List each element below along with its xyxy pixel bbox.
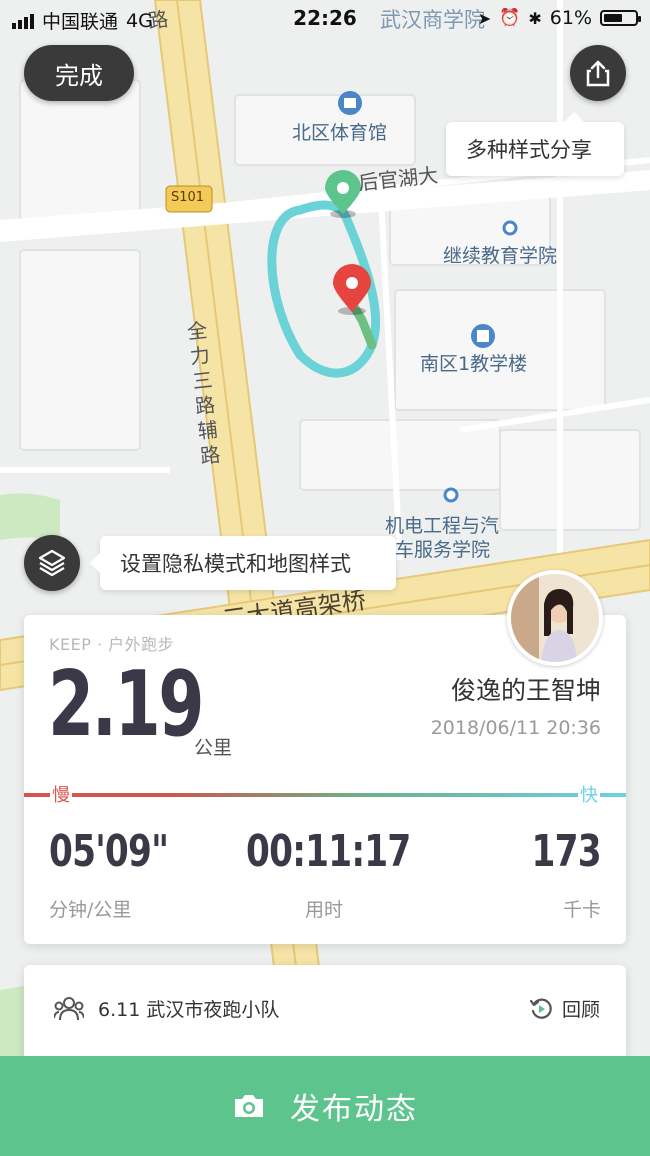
run-summary-card: KEEP · 户外跑步 2.19 公里 俊逸的王智坤 2018/06/11 20… bbox=[24, 615, 626, 944]
pace-label: 分钟/公里 bbox=[49, 899, 132, 921]
share-tooltip: 多种样式分享 bbox=[446, 112, 624, 176]
group-icon bbox=[54, 996, 84, 1020]
bluetooth-icon: ✱ bbox=[528, 8, 542, 28]
battery-percent: 61% bbox=[549, 7, 592, 29]
layers-icon bbox=[38, 549, 66, 577]
team-row[interactable]: 6.11 武汉市夜跑小队 bbox=[54, 995, 279, 1022]
avatar-photo bbox=[511, 574, 599, 662]
map-style-button[interactable] bbox=[24, 535, 80, 591]
done-button[interactable]: 完成 bbox=[24, 45, 134, 101]
edu-poi-dot bbox=[502, 220, 518, 236]
school-poi-icon bbox=[471, 324, 495, 348]
slow-label: 慢 bbox=[50, 781, 72, 807]
gym-poi-icon bbox=[338, 91, 362, 115]
share-icon bbox=[586, 60, 610, 87]
poi-mech-school-line1: 机电工程与汽 bbox=[385, 515, 500, 537]
calories-label: 千卡 bbox=[562, 899, 601, 921]
fast-label: 快 bbox=[578, 781, 600, 807]
share-button[interactable] bbox=[570, 45, 626, 101]
team-name: 6.11 武汉市夜跑小队 bbox=[98, 999, 280, 1021]
poi-mech-school-line2: 车服务学院 bbox=[395, 539, 491, 561]
duration-label: 用时 bbox=[304, 899, 343, 921]
poi-south-building: 南区1教学楼 bbox=[420, 353, 528, 375]
duration-value: 00:11:17 bbox=[246, 826, 411, 877]
alarm-icon: ⏰ bbox=[499, 8, 521, 28]
distance-value: 2.19 bbox=[48, 652, 204, 757]
camera-icon bbox=[235, 1095, 263, 1117]
user-name[interactable]: 俊逸的王智坤 bbox=[451, 671, 601, 707]
review-label: 回顾 bbox=[561, 999, 600, 1021]
calories-value: 173 bbox=[531, 826, 602, 877]
pace-value: 05'09" bbox=[49, 826, 169, 877]
poi-continuing-edu: 继续教育学院 bbox=[443, 245, 558, 267]
pace-gradient-bar bbox=[24, 793, 626, 797]
distance-unit: 公里 bbox=[194, 737, 233, 759]
privacy-tooltip: 设置隐私模式和地图样式 bbox=[90, 536, 396, 590]
mech-poi-dot bbox=[443, 487, 459, 503]
status-bar: 中国联通 4G 22:26 ➤ ⏰ ✱ 61% bbox=[0, 0, 650, 36]
road-label-s101: S101 bbox=[171, 190, 205, 205]
replay-icon bbox=[529, 998, 552, 1019]
run-datetime: 2018/06/11 20:36 bbox=[430, 717, 601, 739]
team-card[interactable]: 6.11 武汉市夜跑小队 回顾 bbox=[24, 965, 626, 1065]
battery-icon bbox=[600, 10, 641, 26]
avatar[interactable] bbox=[507, 570, 603, 666]
publish-button[interactable]: 发布动态 bbox=[0, 1056, 650, 1156]
publish-label: 发布动态 bbox=[290, 1092, 418, 1127]
poi-north-gym: 北区体育馆 bbox=[292, 122, 388, 144]
location-icon: ➤ bbox=[477, 8, 492, 28]
review-button[interactable]: 回顾 bbox=[529, 995, 600, 1022]
